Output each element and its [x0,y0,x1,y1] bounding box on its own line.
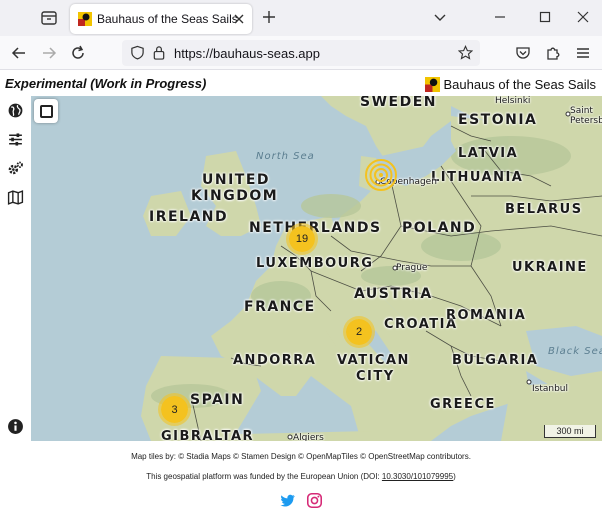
lock-icon[interactable] [152,45,166,60]
reload-icon[interactable] [70,45,86,61]
map-credits: Map tiles by: © Stadia Maps © Stamen Des… [131,452,471,461]
sliders-icon[interactable] [7,131,24,148]
bookmark-star-icon[interactable] [458,45,473,60]
marker-cluster[interactable]: 2 [343,316,375,348]
browser-tab-active[interactable]: Bauhaus of the Seas Sails [70,4,252,34]
menu-icon[interactable] [575,45,591,61]
extensions-icon[interactable] [545,45,561,61]
maximize-icon[interactable] [538,10,552,24]
app-header: Experimental (Work in Progress) Bauhaus … [0,71,602,96]
browser-tab-bar: Bauhaus of the Seas Sails [0,0,602,36]
app-subtitle: Experimental (Work in Progress) [5,76,207,91]
app-brand[interactable]: Bauhaus of the Seas Sails [424,74,597,94]
url-text: https://bauhaus-seas.app [174,46,320,61]
instagram-icon[interactable] [306,492,323,509]
globe-icon[interactable] [7,102,24,119]
doi-link[interactable]: 10.3030/101079995 [382,472,453,481]
close-window-icon[interactable] [576,10,590,24]
bauhaus-logo-icon [424,76,440,92]
close-tab-icon[interactable] [232,12,246,26]
app-brand-title: Bauhaus of the Seas Sails [443,76,597,92]
footer: Map tiles by: © Stadia Maps © Stamen Des… [0,441,602,514]
bauhaus-favicon-icon [78,12,92,26]
map-icon[interactable] [7,189,24,206]
browser-nav-bar: https://bauhaus-seas.app [0,36,602,70]
forward-arrow-icon[interactable] [41,45,57,61]
city-markers [287,111,571,440]
marker-cluster[interactable]: 3 [158,393,191,426]
info-icon[interactable] [7,418,24,435]
left-toolbar [0,96,31,441]
tab-list-icon[interactable] [40,9,58,27]
map-view[interactable]: SWEDEN ESTONIA LATVIA UNITED KINGDOM LIT… [31,96,602,441]
chevron-down-icon[interactable] [433,10,447,24]
tab-title: Bauhaus of the Seas Sails [97,12,238,26]
live-location-marker-icon[interactable] [364,158,398,192]
shield-icon[interactable] [130,45,145,60]
funding-prefix: This geospatial platform was funded by t… [146,472,382,481]
map-scale: 300 mi [544,425,596,438]
new-tab-icon[interactable] [262,10,276,24]
twitter-icon[interactable] [279,492,296,509]
minimize-icon[interactable] [493,10,507,24]
funding-suffix: ) [453,472,456,481]
back-arrow-icon[interactable] [11,45,27,61]
gears-icon[interactable] [7,160,24,177]
marker-cluster[interactable]: 19 [286,223,318,255]
address-bar[interactable]: https://bauhaus-seas.app [122,40,480,66]
funding-notice: This geospatial platform was funded by t… [0,472,602,481]
pocket-icon[interactable] [515,45,531,61]
